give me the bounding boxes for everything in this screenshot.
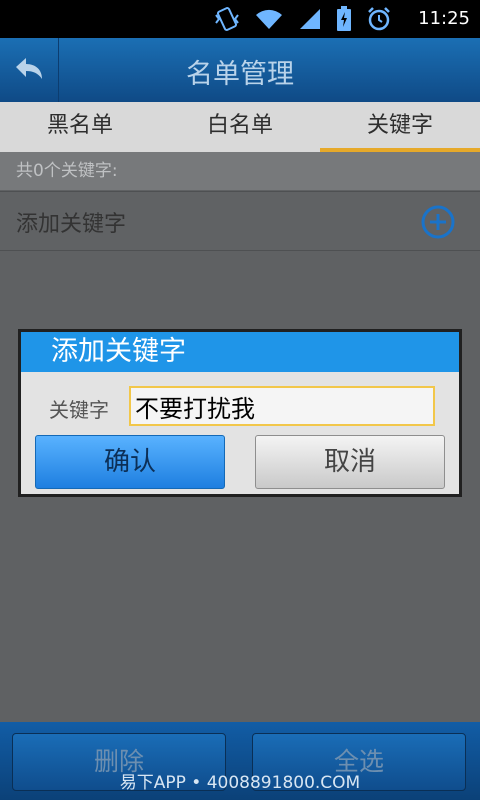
battery-icon (337, 6, 351, 31)
dialog-title: 添加关键字 (21, 332, 459, 372)
keyword-count: 共0个关键字: (0, 152, 480, 190)
alarm-icon (368, 7, 390, 31)
add-keyword-label: 添加关键字 (16, 212, 127, 237)
status-bar: 11:25 (0, 0, 480, 38)
status-icons (214, 6, 392, 32)
tab-blacklist[interactable]: 黑名单 (0, 102, 160, 152)
status-time: 11:25 (418, 8, 470, 29)
wifi-icon (256, 9, 282, 29)
signal-icon (300, 9, 320, 29)
page-title: 名单管理 (186, 59, 294, 90)
vibrate-icon (215, 7, 239, 31)
keyword-field-label: 关键字 (49, 398, 109, 422)
confirm-button[interactable]: 确认 (35, 435, 225, 489)
plus-circle-icon[interactable] (420, 204, 456, 240)
title-bar: 名单管理 (0, 38, 480, 103)
tab-whitelist[interactable]: 白名单 (160, 102, 320, 152)
add-keyword-row[interactable]: 添加关键字 (0, 191, 480, 251)
add-keyword-dialog: 添加关键字 关键字 确认 取消 (18, 329, 462, 497)
dialog-body: 关键字 确认 取消 (21, 372, 459, 494)
watermark: 易下APP • 4008891800.COM (119, 773, 361, 793)
tab-bar: 黑名单 白名单 关键字 (0, 102, 480, 152)
cancel-button[interactable]: 取消 (255, 435, 445, 489)
keyword-input[interactable] (129, 386, 435, 426)
tab-keywords[interactable]: 关键字 (320, 102, 480, 152)
